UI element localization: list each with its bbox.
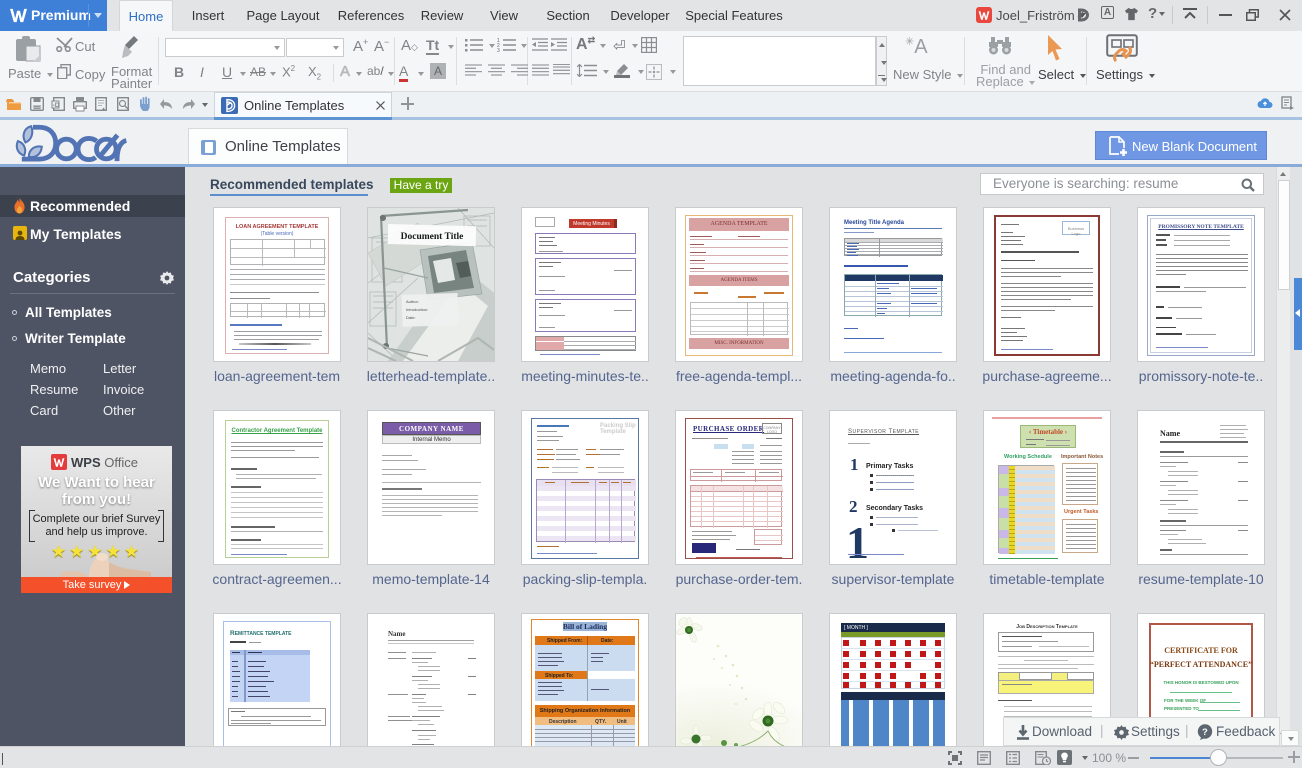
svg-text:-D: -D [53,102,60,109]
svg-text:?: ? [1202,727,1208,738]
svg-text:3: 3 [497,48,500,52]
svg-text:Author:: Author: [406,299,419,304]
svg-text:Date:: Date: [406,315,416,320]
svg-text:Introduction:: Introduction: [406,307,428,312]
svg-text:Document Title: Document Title [401,232,464,242]
